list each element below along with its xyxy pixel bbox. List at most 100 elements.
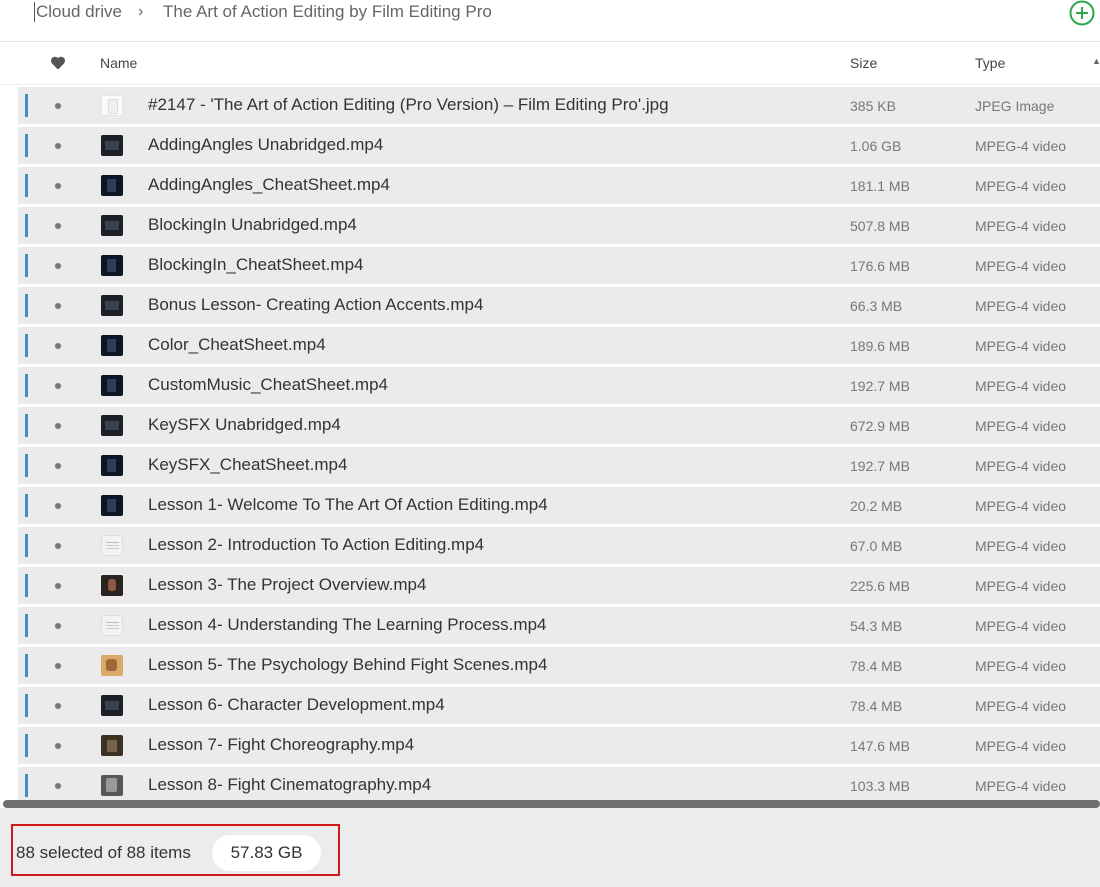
selection-marker: [25, 654, 28, 677]
file-thumbnail: [101, 215, 123, 236]
file-thumbnail: [101, 175, 123, 196]
selection-marker: [25, 174, 28, 197]
file-size: 1.06 GB: [850, 138, 902, 154]
file-name[interactable]: #2147 - 'The Art of Action Editing (Pro …: [148, 95, 669, 115]
file-type: MPEG-4 video: [975, 738, 1067, 754]
file-size: 672.9 MB: [850, 418, 910, 434]
file-size: 78.4 MB: [850, 658, 903, 674]
selection-marker: [25, 494, 28, 517]
file-name[interactable]: Lesson 8- Fight Cinematography.mp4: [148, 775, 431, 795]
file-name[interactable]: BlockingIn_CheatSheet.mp4: [148, 255, 363, 275]
file-thumbnail: [101, 655, 123, 676]
file-thumbnail: [101, 255, 123, 276]
breadcrumb-separator: ›: [138, 3, 144, 20]
favorite-toggle[interactable]: [55, 103, 61, 109]
file-row[interactable]: Lesson 2- Introduction To Action Editing…: [18, 527, 1100, 564]
breadcrumb-root-link[interactable]: Cloud drive: [34, 2, 122, 22]
file-name[interactable]: Color_CheatSheet.mp4: [148, 335, 326, 355]
file-name[interactable]: Lesson 2- Introduction To Action Editing…: [148, 535, 484, 555]
file-thumbnail: [101, 615, 123, 636]
name-column-header[interactable]: Name: [100, 55, 137, 71]
file-size: 385 KB: [850, 98, 896, 114]
favorite-toggle[interactable]: [55, 543, 61, 549]
size-column-header[interactable]: Size: [850, 55, 877, 71]
file-name[interactable]: KeySFX Unabridged.mp4: [148, 415, 341, 435]
file-size: 181.1 MB: [850, 178, 910, 194]
file-size: 103.3 MB: [850, 778, 910, 794]
favorite-toggle[interactable]: [55, 223, 61, 229]
file-size: 66.3 MB: [850, 298, 903, 314]
favorite-toggle[interactable]: [55, 583, 61, 589]
file-row[interactable]: AddingAngles_CheatSheet.mp4 181.1 MB MPEG-…: [18, 167, 1100, 204]
file-name[interactable]: AddingAngles_CheatSheet.mp4: [148, 175, 390, 195]
sort-ascending-icon[interactable]: ▲: [1092, 56, 1100, 66]
selection-marker: [25, 374, 28, 397]
file-name[interactable]: Lesson 5- The Psychology Behind Fight Sc…: [148, 655, 547, 675]
favorite-toggle[interactable]: [55, 143, 61, 149]
file-name[interactable]: CustomMusic_CheatSheet.mp4: [148, 375, 388, 395]
file-size: 147.6 MB: [850, 738, 910, 754]
favorite-toggle[interactable]: [55, 303, 61, 309]
file-type: MPEG-4 video: [975, 338, 1067, 354]
favorite-column-header[interactable]: [50, 55, 66, 71]
favorite-toggle[interactable]: [55, 783, 61, 789]
breadcrumb-current-folder[interactable]: The Art of Action Editing by Film Editin…: [163, 2, 492, 22]
favorite-toggle[interactable]: [55, 343, 61, 349]
file-row[interactable]: BlockingIn_CheatSheet.mp4 176.6 MB MPEG-4 …: [18, 247, 1100, 284]
file-row[interactable]: Lesson 4- Understanding The Learning Pro…: [18, 607, 1100, 644]
file-name[interactable]: Lesson 7- Fight Choreography.mp4: [148, 735, 414, 755]
favorite-toggle[interactable]: [55, 383, 61, 389]
file-row[interactable]: Lesson 7- Fight Choreography.mp4 147.6 MB…: [18, 727, 1100, 764]
file-row[interactable]: KeySFX_CheatSheet.mp4 192.7 MB MPEG-4 vide…: [18, 447, 1100, 484]
breadcrumb: Cloud drive › The Art of Action Editing …: [0, 0, 1100, 42]
file-size: 54.3 MB: [850, 618, 903, 634]
file-row[interactable]: #2147 - 'The Art of Action Editing (Pro …: [18, 87, 1100, 124]
selection-marker: [25, 614, 28, 637]
favorite-toggle[interactable]: [55, 503, 61, 509]
file-name[interactable]: Lesson 1- Welcome To The Art Of Action E…: [148, 495, 548, 515]
file-row[interactable]: KeySFX Unabridged.mp4 672.9 MB MPEG-4 vide…: [18, 407, 1100, 444]
file-name[interactable]: Lesson 3- The Project Overview.mp4: [148, 575, 426, 595]
status-bar: 88 selected of 88 items 57.83 GB: [0, 808, 1100, 887]
file-name[interactable]: KeySFX_CheatSheet.mp4: [148, 455, 347, 475]
favorite-toggle[interactable]: [55, 743, 61, 749]
selection-marker: [25, 214, 28, 237]
file-row[interactable]: Bonus Lesson- Creating Action Accents.mp…: [18, 287, 1100, 324]
file-size: 225.6 MB: [850, 578, 910, 594]
file-row[interactable]: CustomMusic_CheatSheet.mp4 192.7 MB MPEG-4…: [18, 367, 1100, 404]
favorite-toggle[interactable]: [55, 703, 61, 709]
favorite-toggle[interactable]: [55, 263, 61, 269]
favorite-toggle[interactable]: [55, 183, 61, 189]
file-row[interactable]: Lesson 5- The Psychology Behind Fight Sc…: [18, 647, 1100, 684]
file-row[interactable]: AddingAngles Unabridged.mp4 1.06 GB MPEG-4…: [18, 127, 1100, 164]
add-button[interactable]: [1069, 0, 1095, 26]
file-name[interactable]: Lesson 4- Understanding The Learning Pro…: [148, 615, 546, 635]
file-size: 192.7 MB: [850, 378, 910, 394]
file-row[interactable]: Lesson 8- Fight Cinematography.mp4 103.3 …: [18, 767, 1100, 800]
favorite-toggle[interactable]: [55, 463, 61, 469]
file-name[interactable]: BlockingIn Unabridged.mp4: [148, 215, 357, 235]
favorite-toggle[interactable]: [55, 423, 61, 429]
selection-marker: [25, 134, 28, 157]
type-column-header[interactable]: Type: [975, 55, 1005, 71]
file-name[interactable]: Lesson 6- Character Development.mp4: [148, 695, 445, 715]
file-row[interactable]: Lesson 3- The Project Overview.mp4 225.6 …: [18, 567, 1100, 604]
file-name[interactable]: Bonus Lesson- Creating Action Accents.mp…: [148, 295, 483, 315]
file-type: MPEG-4 video: [975, 618, 1067, 634]
file-type: MPEG-4 video: [975, 498, 1067, 514]
favorite-toggle[interactable]: [55, 623, 61, 629]
file-thumbnail: [101, 375, 123, 396]
file-row[interactable]: Lesson 1- Welcome To The Art Of Action E…: [18, 487, 1100, 524]
selection-marker: [25, 94, 28, 117]
file-type: MPEG-4 video: [975, 138, 1067, 154]
horizontal-scrollbar[interactable]: [3, 800, 1100, 808]
selection-marker: [25, 774, 28, 797]
file-row[interactable]: BlockingIn Unabridged.mp4 507.8 MB MPEG-4 …: [18, 207, 1100, 244]
favorite-toggle[interactable]: [55, 663, 61, 669]
plus-circle-icon: [1069, 0, 1095, 26]
file-row[interactable]: Lesson 6- Character Development.mp4 78.4 …: [18, 687, 1100, 724]
file-name[interactable]: AddingAngles Unabridged.mp4: [148, 135, 383, 155]
file-type: MPEG-4 video: [975, 778, 1067, 794]
file-thumbnail: [101, 295, 123, 316]
file-row[interactable]: Color_CheatSheet.mp4 189.6 MB MPEG-4 video: [18, 327, 1100, 364]
